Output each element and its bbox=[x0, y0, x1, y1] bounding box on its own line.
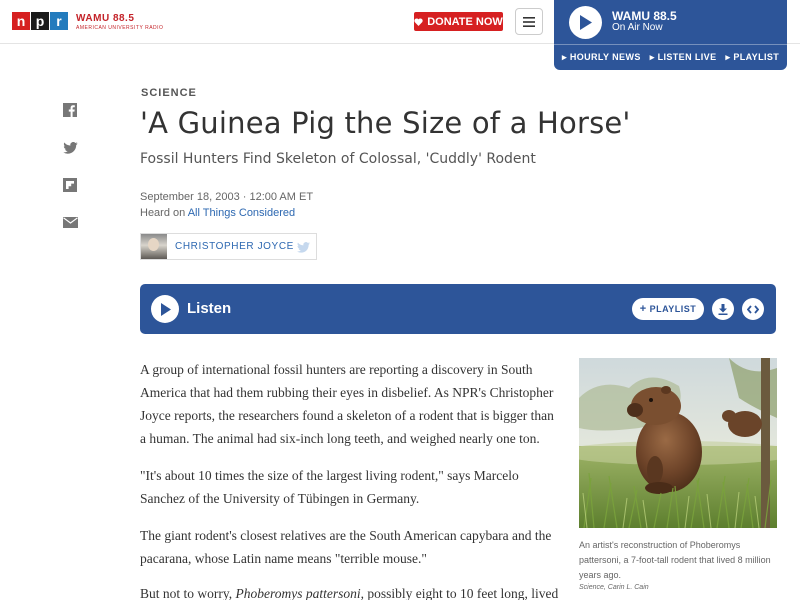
station-links: ▸ HOURLY NEWS ▸ LISTEN LIVE ▸ PLAYLIST bbox=[554, 44, 787, 70]
body-paragraph-3: The giant rodent's closest relatives are… bbox=[140, 528, 552, 566]
body-paragraph-4: But not to worry, Phoberomys pattersoni,… bbox=[140, 582, 560, 600]
twitter-icon bbox=[297, 242, 310, 253]
menu-button[interactable] bbox=[515, 8, 543, 35]
station-name: WAMU 88.5 bbox=[612, 9, 677, 23]
station-logo-tagline: AMERICAN UNIVERSITY RADIO bbox=[76, 25, 164, 31]
heard-on-show-link[interactable]: All Things Considered bbox=[188, 207, 295, 219]
download-button[interactable] bbox=[712, 298, 734, 320]
station-logo-name: WAMU 88.5 bbox=[76, 13, 135, 24]
flipboard-icon bbox=[63, 178, 77, 192]
article-date: September 18, 2003 · 12:00 AM ET bbox=[140, 191, 314, 203]
body-paragraph-2: "It's about 10 times the size of the lar… bbox=[140, 468, 519, 506]
station-status: On Air Now bbox=[612, 22, 663, 33]
listen-live-label: LISTEN LIVE bbox=[657, 52, 717, 62]
station-playlist-link[interactable]: ▸ PLAYLIST bbox=[725, 52, 779, 63]
npr-logo-p: p bbox=[31, 12, 49, 30]
play-icon bbox=[580, 15, 592, 30]
npr-logo-r: r bbox=[50, 12, 68, 30]
twitter-icon bbox=[62, 142, 78, 154]
hourly-news-link[interactable]: ▸ HOURLY NEWS bbox=[562, 52, 641, 63]
npr-logo[interactable]: n p r bbox=[12, 12, 68, 30]
station-play-button[interactable] bbox=[569, 6, 602, 39]
author-name-link[interactable]: CHRISTOPHER JOYCE bbox=[175, 241, 294, 252]
download-icon bbox=[718, 303, 728, 315]
station-player: WAMU 88.5 On Air Now ▸ HOURLY NEWS ▸ LIS… bbox=[554, 0, 787, 70]
listen-play-button[interactable] bbox=[151, 295, 179, 323]
author-twitter-link[interactable] bbox=[297, 240, 310, 258]
section-slug[interactable]: SCIENCE bbox=[141, 87, 197, 99]
figure-credit: Science, Carin L. Cain bbox=[579, 584, 649, 591]
twitter-share-button[interactable] bbox=[62, 140, 78, 156]
body-paragraph-4-start: But not to worry, bbox=[140, 586, 236, 600]
station-logo[interactable]: WAMU 88.5 AMERICAN UNIVERSITY RADIO bbox=[76, 13, 163, 31]
hourly-news-label: HOURLY NEWS bbox=[569, 52, 641, 62]
body-paragraph-1: A group of international fossil hunters … bbox=[140, 362, 554, 446]
listen-label[interactable]: Listen bbox=[187, 300, 231, 317]
email-share-button[interactable] bbox=[62, 214, 78, 230]
heard-on-prefix: Heard on bbox=[140, 207, 186, 219]
species-name: Phoberomys pattersoni bbox=[235, 586, 361, 600]
email-icon bbox=[62, 216, 78, 228]
hamburger-icon bbox=[523, 16, 535, 27]
author-avatar[interactable] bbox=[141, 234, 167, 259]
article-title: 'A Guinea Pig the Size of a Horse' bbox=[140, 106, 631, 140]
article-figure: An artist's reconstruction of Phoberomys… bbox=[579, 358, 777, 591]
heart-icon bbox=[414, 17, 423, 26]
heard-on: Heard on All Things Considered bbox=[140, 207, 295, 219]
embed-button[interactable] bbox=[742, 298, 764, 320]
embed-code-icon bbox=[747, 304, 759, 314]
donate-button[interactable]: DONATE NOW bbox=[414, 12, 503, 31]
listen-live-link[interactable]: ▸ LISTEN LIVE bbox=[650, 52, 717, 63]
figure-caption: An artist's reconstruction of Phoberomys… bbox=[579, 540, 771, 580]
play-icon bbox=[160, 302, 171, 316]
article-subtitle: Fossil Hunters Find Skeleton of Colossal… bbox=[140, 151, 536, 167]
rodent-reconstruction-image[interactable] bbox=[579, 358, 777, 528]
plus-icon: + bbox=[639, 303, 647, 315]
facebook-icon bbox=[63, 103, 77, 117]
add-to-playlist-button[interactable]: + PLAYLIST bbox=[632, 298, 704, 320]
facebook-share-button[interactable] bbox=[62, 102, 78, 118]
flipboard-share-button[interactable] bbox=[62, 177, 78, 193]
playlist-label: PLAYLIST bbox=[649, 304, 697, 314]
station-playlist-label: PLAYLIST bbox=[733, 52, 780, 62]
audio-player-bar: Listen + PLAYLIST bbox=[140, 284, 776, 334]
donate-label: DONATE NOW bbox=[427, 15, 503, 28]
byline: CHRISTOPHER JOYCE bbox=[140, 233, 317, 260]
npr-logo-n: n bbox=[12, 12, 30, 30]
body-paragraph-4-end: , possibly eight to 10 feet long, lived bbox=[360, 586, 559, 600]
article-body: A group of international fossil hunters … bbox=[140, 358, 560, 600]
